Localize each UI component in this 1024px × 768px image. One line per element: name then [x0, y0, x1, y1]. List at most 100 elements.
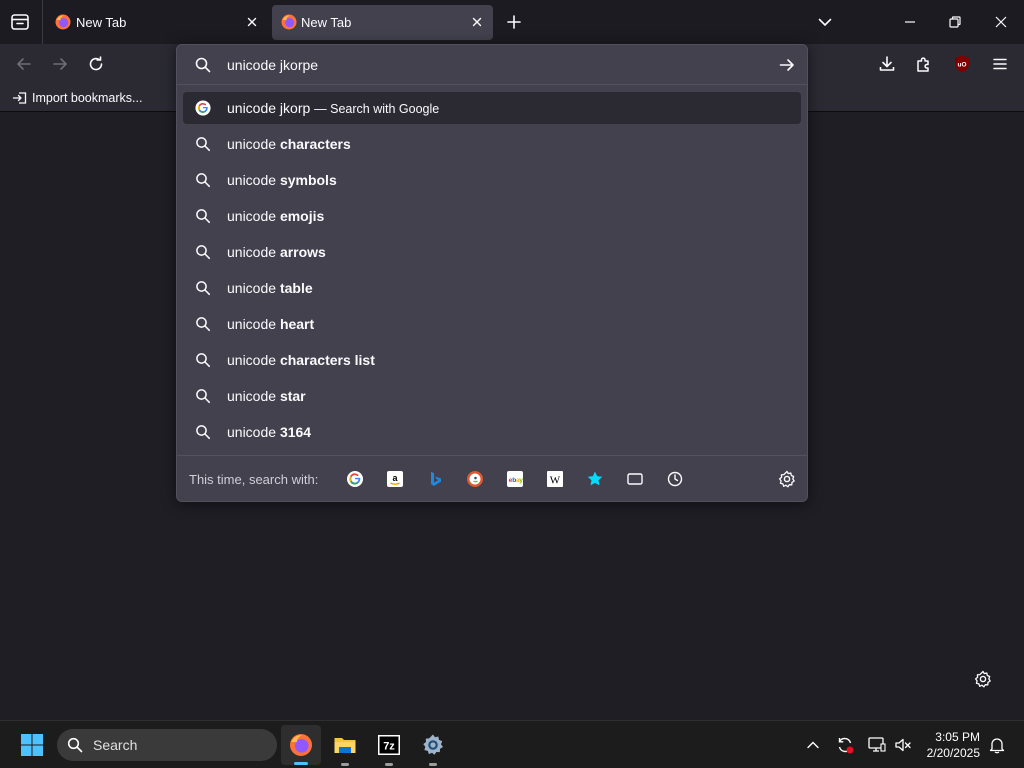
- suggestion-completion: characters list: [279, 352, 375, 368]
- suggestion-action-note: — Search with Google: [314, 102, 440, 116]
- ublock-origin-icon[interactable]: uO: [952, 54, 972, 74]
- duckduckgo-icon[interactable]: [466, 470, 484, 488]
- restore-icon[interactable]: [947, 14, 963, 30]
- running-app-indicator: [341, 763, 349, 766]
- suggestion-typed-part: unicode: [227, 244, 280, 260]
- search-icon: [195, 352, 211, 368]
- suggestion-row[interactable]: unicode star: [183, 380, 801, 412]
- amazon-icon[interactable]: a: [386, 470, 404, 488]
- tab-new-tab-2[interactable]: New Tab: [272, 5, 493, 40]
- downloads-icon[interactable]: [878, 55, 896, 73]
- firefox-view-icon[interactable]: [10, 12, 30, 32]
- tab-label: New Tab: [76, 15, 127, 30]
- import-bookmarks-button[interactable]: Import bookmarks...: [10, 84, 150, 111]
- suggestion-completion: 3164: [279, 424, 312, 440]
- go-arrow-icon[interactable]: [778, 56, 796, 74]
- reload-icon[interactable]: [87, 55, 105, 73]
- svg-text:uO: uO: [957, 62, 966, 69]
- settings-gear-icon: [421, 733, 445, 757]
- search-icon: [195, 388, 211, 404]
- suggestion-row[interactable]: unicode characters: [183, 128, 801, 160]
- tab-separator: [42, 0, 43, 44]
- file-explorer-icon: [333, 733, 357, 757]
- suggestion-typed-part: unicode: [227, 172, 280, 188]
- running-app-indicator: [385, 763, 393, 766]
- google-icon: [195, 100, 211, 116]
- suggestion-row[interactable]: unicode symbols: [183, 164, 801, 196]
- import-icon: [12, 90, 28, 106]
- google-icon[interactable]: [346, 470, 364, 488]
- taskbar-app-firefox[interactable]: [281, 725, 321, 765]
- ebay-icon[interactable]: ebay: [506, 470, 524, 488]
- urlbar-input[interactable]: unicode jkorpe: [227, 57, 318, 73]
- wikipedia-icon[interactable]: W: [546, 470, 564, 488]
- search-icon: [195, 280, 211, 296]
- tabs-icon[interactable]: [626, 470, 644, 488]
- minimize-icon[interactable]: [902, 14, 918, 30]
- notification-bell-icon[interactable]: [988, 736, 1006, 754]
- one-off-search-bar: This time, search with: a ebay W: [177, 455, 807, 501]
- suggestion-completion: arrows: [279, 244, 326, 260]
- back-arrow-icon[interactable]: [15, 55, 33, 73]
- suggestion-completion: table: [279, 280, 313, 296]
- running-app-indicator: [429, 763, 437, 766]
- history-clock-icon[interactable]: [666, 470, 684, 488]
- suggestion-text: unicode characters list: [227, 352, 375, 368]
- close-icon[interactable]: [470, 15, 484, 29]
- suggestion-completion: emojis: [279, 208, 325, 224]
- suggestion-text: unicode star: [227, 388, 306, 404]
- close-window-icon[interactable]: [993, 14, 1009, 30]
- suggestion-typed-part: unicode: [227, 208, 280, 224]
- suggestion-row[interactable]: unicode arrows: [183, 236, 801, 268]
- bing-icon[interactable]: [426, 470, 444, 488]
- search-icon: [195, 172, 211, 188]
- search-icon: [195, 316, 211, 332]
- list-all-tabs-chevron-icon[interactable]: [817, 14, 833, 30]
- suggestion-typed-part: unicode: [227, 136, 280, 152]
- suggestion-text: unicode 3164: [227, 424, 311, 440]
- suggestion-row[interactable]: unicode characters list: [183, 344, 801, 376]
- suggestion-text: unicode emojis: [227, 208, 324, 224]
- urlbar-dropdown: unicode jkorpe unicode jkorp — Search wi…: [176, 44, 808, 502]
- svg-text:W: W: [550, 475, 561, 487]
- show-hidden-icons-chevron-icon[interactable]: [805, 737, 821, 753]
- suggestion-text: unicode arrows: [227, 244, 326, 260]
- suggestion-completion: heart: [279, 316, 315, 332]
- clock-date[interactable]: 2/20/2025: [927, 746, 980, 760]
- clock-time[interactable]: 3:05 PM: [935, 730, 980, 744]
- sync-alert-icon[interactable]: [835, 735, 855, 755]
- taskbar-app-settings[interactable]: [413, 725, 453, 766]
- firefox-icon: [55, 14, 71, 30]
- taskbar-search-box[interactable]: Search: [57, 729, 277, 761]
- tab-new-tab-1[interactable]: New Tab: [46, 5, 268, 40]
- taskbar-app-7zip[interactable]: 7z: [369, 725, 409, 766]
- suggestion-row[interactable]: unicode table: [183, 272, 801, 304]
- page-settings-gear-icon[interactable]: [974, 670, 992, 688]
- close-icon[interactable]: [245, 15, 259, 29]
- urlbar-input-row[interactable]: unicode jkorpe: [177, 45, 807, 85]
- network-icon[interactable]: [867, 735, 887, 755]
- suggestion-typed-part: unicode: [227, 280, 280, 296]
- suggestion-typed-part: unicode jkorp: [227, 100, 311, 116]
- new-tab-plus-icon[interactable]: [506, 14, 522, 30]
- suggestion-row[interactable]: unicode 3164: [183, 416, 801, 448]
- search-settings-gear-icon[interactable]: [778, 470, 796, 488]
- volume-muted-icon[interactable]: [893, 735, 913, 755]
- suggestion-completion: star: [279, 388, 306, 404]
- bookmarks-star-icon[interactable]: [586, 470, 604, 488]
- suggestion-row[interactable]: unicode heart: [183, 308, 801, 340]
- extensions-puzzle-icon[interactable]: [915, 55, 933, 73]
- suggestion-completion: characters: [279, 136, 351, 152]
- taskbar-app-file-explorer[interactable]: [325, 725, 365, 766]
- search-icon: [194, 56, 212, 74]
- suggestion-text: unicode symbols: [227, 172, 337, 188]
- forward-arrow-icon[interactable]: [51, 55, 69, 73]
- search-icon: [195, 208, 211, 224]
- menu-hamburger-icon[interactable]: [991, 55, 1009, 73]
- windows-start-icon[interactable]: [20, 733, 44, 757]
- suggestion-row[interactable]: unicode jkorp — Search with Google: [183, 92, 801, 124]
- suggestion-row[interactable]: unicode emojis: [183, 200, 801, 232]
- suggestion-text: unicode heart: [227, 316, 314, 332]
- svg-text:y: y: [519, 477, 523, 484]
- taskbar: Search 7z 3:05 PM 2/20/2025: [0, 720, 1024, 768]
